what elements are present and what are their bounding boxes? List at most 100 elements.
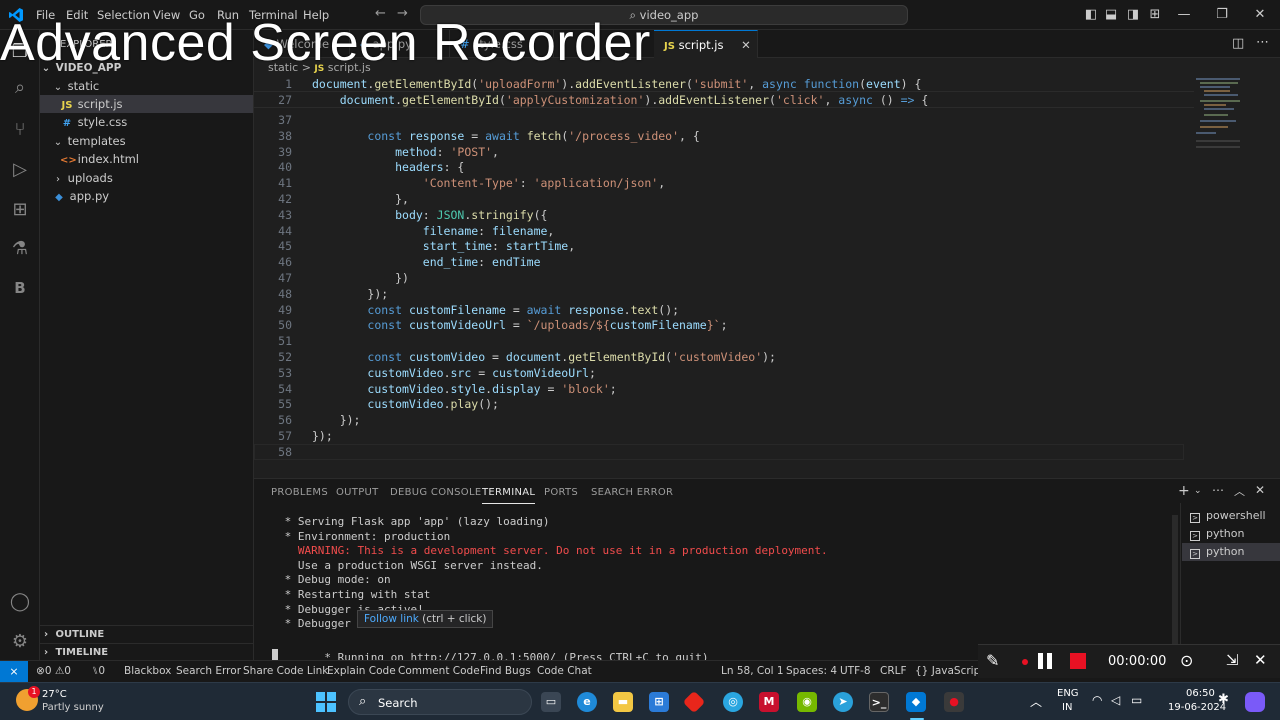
status-encoding[interactable]: UTF-8: [840, 665, 871, 677]
file-explorer-icon[interactable]: ▬: [613, 692, 633, 712]
run-debug-icon[interactable]: ▷: [8, 158, 32, 182]
export-icon[interactable]: ⇲: [1226, 651, 1239, 669]
windows-start-icon[interactable]: [316, 692, 336, 712]
screen-recorder-taskbar-icon[interactable]: ●: [944, 692, 964, 712]
language-region[interactable]: IN: [1062, 702, 1072, 713]
camera-icon[interactable]: ⊙: [1180, 651, 1193, 670]
task-view-icon[interactable]: ▭: [541, 692, 561, 712]
terminal-list-python-1[interactable]: > python: [1182, 525, 1280, 543]
toggle-secondary-sidebar-icon[interactable]: ◨: [1125, 7, 1141, 23]
tree-folder-uploads[interactable]: › uploads: [40, 169, 253, 187]
follow-link-tooltip: Follow link (ctrl + click): [357, 610, 494, 628]
sticky-scroll-line[interactable]: 1 document.getElementById('uploadForm').a…: [254, 76, 1194, 92]
close-window-icon[interactable]: ✕: [1252, 7, 1268, 23]
status-explain-code[interactable]: Explain Code: [327, 665, 396, 677]
code-text: });: [339, 413, 361, 428]
terminal-list-powershell[interactable]: > powershell: [1182, 507, 1280, 525]
mcafee-icon[interactable]: M: [759, 692, 779, 712]
more-actions-icon[interactable]: ⋯: [1212, 483, 1224, 497]
more-actions-icon[interactable]: ⋯: [1256, 35, 1269, 50]
tree-file-index-html[interactable]: <> index.html: [40, 150, 253, 168]
settings-gear-icon[interactable]: ⚙: [8, 630, 32, 654]
chrome-canary-icon[interactable]: ◎: [723, 692, 743, 712]
close-panel-icon[interactable]: ✕: [1255, 483, 1265, 497]
minimap[interactable]: [1192, 76, 1252, 156]
status-search-error[interactable]: Search Error: [176, 665, 241, 677]
battery-icon[interactable]: ▭: [1131, 693, 1142, 707]
new-terminal-icon[interactable]: +: [1178, 483, 1190, 499]
line-number: 44: [278, 223, 292, 238]
search-view-icon[interactable]: ⌕: [8, 76, 32, 100]
toggle-panel-icon[interactable]: ⬓: [1103, 7, 1119, 23]
js-file-icon: JS: [664, 41, 675, 52]
tree-folder-templates[interactable]: ⌄ templates: [40, 132, 253, 150]
line-number: 40: [278, 160, 292, 175]
terminal-output[interactable]: * Running on http://127.0.0.1:5000/ (Pre…: [254, 479, 1174, 664]
wifi-icon[interactable]: ◠: [1092, 693, 1102, 707]
account-icon[interactable]: ◯: [8, 590, 32, 614]
status-blackbox[interactable]: Blackbox: [124, 665, 171, 677]
code-text: }): [395, 271, 409, 285]
line-number: 48: [278, 286, 292, 301]
sticky-scroll-line[interactable]: 27 document.getElementById('applyCustomi…: [254, 92, 1194, 108]
source-control-icon[interactable]: ⑂: [8, 118, 32, 142]
clock-time[interactable]: 06:50: [1186, 688, 1215, 699]
close-recorder-icon[interactable]: ✕: [1254, 651, 1267, 669]
copilot-icon[interactable]: [1245, 692, 1265, 712]
status-problems[interactable]: ⊗0 ⚠0: [36, 665, 71, 677]
terminal-list-python-2[interactable]: > python: [1182, 543, 1280, 561]
anydesk-icon[interactable]: [682, 690, 706, 714]
testing-icon[interactable]: ⚗: [8, 237, 32, 261]
pen-draw-icon[interactable]: ✎: [986, 651, 999, 670]
tooltip-link-text[interactable]: Follow link: [364, 613, 419, 625]
code-editor[interactable]: 1 document.getElementById('uploadForm').a…: [254, 76, 1280, 464]
tree-file-script-js[interactable]: JS script.js: [40, 95, 253, 113]
taskbar-search[interactable]: ⌕ Search: [348, 689, 532, 715]
timeline-section[interactable]: › TIMELINE: [40, 643, 253, 661]
status-cursor-position[interactable]: Ln 58, Col 1: [721, 665, 784, 677]
telegram-icon[interactable]: ➤: [833, 692, 853, 712]
split-editor-icon[interactable]: ◫: [1232, 36, 1244, 51]
weather-temp[interactable]: 27°C: [42, 689, 67, 700]
tree-file-style-css[interactable]: # style.css: [40, 113, 253, 131]
current-line-highlight: [254, 443, 1184, 460]
status-share-code-link[interactable]: Share Code Link: [243, 665, 328, 677]
tree-file-app-py[interactable]: ◆ app.py: [40, 187, 253, 205]
pause-icon[interactable]: [1036, 653, 1054, 669]
terminal-scrollbar[interactable]: [1172, 515, 1178, 661]
tree-folder-static[interactable]: ⌄ static: [40, 77, 253, 95]
minimize-icon[interactable]: —: [1176, 7, 1192, 23]
status-find-bugs[interactable]: Find Bugs: [480, 665, 531, 677]
weather-desc[interactable]: Partly sunny: [42, 702, 104, 713]
maximize-panel-icon[interactable]: ︿: [1234, 483, 1245, 499]
stop-icon[interactable]: [1070, 653, 1086, 669]
customize-layout-icon[interactable]: ⊞: [1147, 7, 1163, 23]
language-code[interactable]: ENG: [1057, 688, 1079, 699]
status-indentation[interactable]: Spaces: 4: [786, 665, 837, 677]
status-code-chat[interactable]: Code Chat: [537, 665, 592, 677]
notification-bell-icon[interactable]: ✱: [1218, 692, 1229, 707]
status-eol[interactable]: CRLF: [880, 665, 907, 677]
vscode-taskbar-icon[interactable]: ◆: [906, 692, 926, 712]
status-ports[interactable]: ⑊0: [92, 665, 105, 677]
terminal-app-icon[interactable]: >_: [869, 692, 889, 712]
tab-script-js[interactable]: JS script.js ✕: [654, 30, 758, 58]
tray-overflow-icon[interactable]: ︿: [1030, 693, 1042, 710]
nvidia-icon[interactable]: ◉: [797, 692, 817, 712]
close-tab-icon[interactable]: ✕: [741, 38, 751, 52]
folder-label: uploads: [67, 171, 113, 185]
toggle-primary-sidebar-icon[interactable]: ◧: [1083, 7, 1099, 23]
status-language[interactable]: {} JavaScript: [915, 665, 984, 677]
microsoft-store-icon[interactable]: ⊞: [649, 692, 669, 712]
maximize-icon[interactable]: ❐: [1214, 7, 1230, 23]
terminal-running-line: * Running on http://127.0.0.1:5000/ (Pre…: [278, 636, 708, 664]
status-comment-code[interactable]: Comment Code: [398, 665, 480, 677]
chevron-down-icon[interactable]: ⌄: [1194, 486, 1202, 496]
remote-indicator-icon[interactable]: ⨯: [0, 661, 28, 683]
extensions-icon[interactable]: ⊞: [8, 198, 32, 222]
blackbox-icon[interactable]: B: [8, 276, 32, 300]
edge-browser-icon[interactable]: e: [577, 692, 597, 712]
outline-section[interactable]: › OUTLINE: [40, 625, 253, 643]
volume-icon[interactable]: ◁: [1111, 693, 1120, 707]
code-text: method: 'POST',: [395, 144, 499, 159]
